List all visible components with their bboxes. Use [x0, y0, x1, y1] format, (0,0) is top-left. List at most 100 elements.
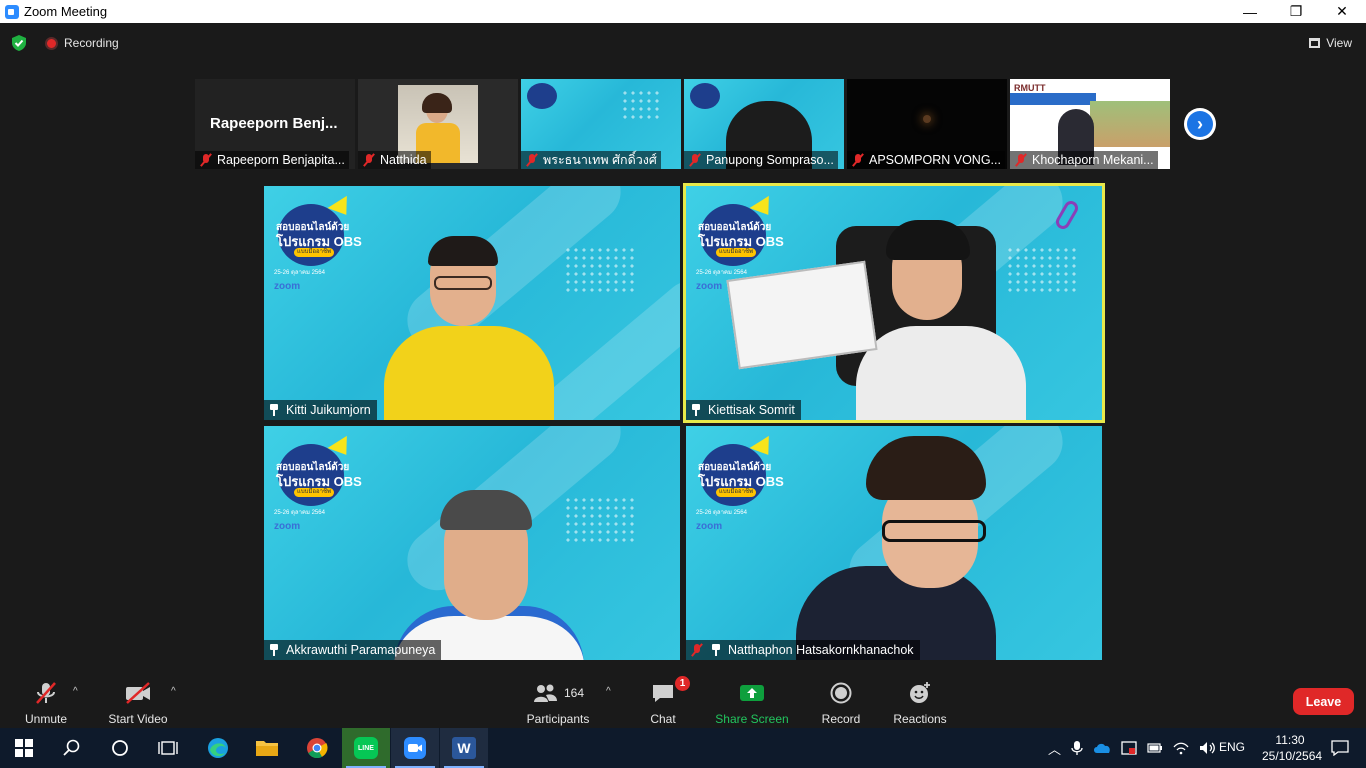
search-button[interactable] — [48, 728, 96, 768]
word-app-icon: W — [452, 737, 476, 759]
edge-app[interactable] — [194, 728, 242, 768]
minimize-button[interactable]: — — [1227, 0, 1273, 23]
muted-mic-icon — [525, 153, 539, 167]
action-center-button[interactable] — [1320, 728, 1360, 768]
taskbar-clock[interactable]: 11:30 25/10/2564 — [1262, 732, 1323, 764]
muted-mic-icon — [688, 153, 702, 167]
logo-pill: แบบมืออาชีพ — [716, 488, 756, 497]
thumbnail-name-tag: Panupong Somprasо... — [684, 151, 838, 169]
next-page-button[interactable]: › — [1184, 108, 1216, 140]
chrome-browser-icon — [307, 738, 328, 759]
participants-icon — [533, 684, 557, 702]
record-button[interactable]: Record — [816, 672, 866, 728]
muted-mic-icon — [362, 153, 376, 167]
meeting-controls-bar: Unmute ^ Start Video ^ 164 Participants … — [0, 672, 1366, 728]
folder-icon — [256, 741, 278, 756]
decor-dots — [564, 246, 634, 296]
video-tile-kiettisak[interactable]: สอบออนไลน์ด้วย โปรแกรม OBS แบบมืออาชีพ 2… — [683, 183, 1105, 423]
wifi-icon[interactable] — [1173, 741, 1189, 755]
video-options-caret[interactable]: ^ — [171, 686, 176, 697]
muted-mic-icon — [1014, 153, 1028, 167]
participants-label: Participants — [526, 712, 590, 726]
leave-button[interactable]: Leave — [1293, 688, 1354, 715]
microphone-icon[interactable] — [1071, 740, 1083, 756]
obs-event-logo: สอบออนไลน์ด้วย โปรแกรม OBS แบบมืออาชีพ — [272, 431, 362, 508]
cortana-circle-icon — [112, 740, 128, 756]
event-date: 25-26 ตุลาคม 2564 — [696, 510, 747, 516]
thumbnail-name-tag: APSOMPORN VONG... — [847, 151, 1005, 169]
battery-icon[interactable] — [1147, 742, 1163, 754]
task-view-button[interactable] — [144, 728, 192, 768]
rmutt-logo-mini: RMUTT — [1014, 83, 1046, 93]
reactions-label: Reactions — [893, 712, 947, 726]
event-info: 25-26 ตุลาคม 2564 zoom — [696, 506, 747, 534]
reactions-button[interactable]: Reactions — [890, 672, 950, 728]
thumbnail-name: Rapeeporn Benjapita... — [217, 153, 345, 167]
volume-icon[interactable] — [1199, 741, 1217, 755]
thumbnail-name: พระธนาเทพ ศักดิ์วงศ์ — [543, 153, 657, 167]
line-app[interactable]: LINE — [342, 728, 390, 768]
thumbnail-panupong[interactable]: Panupong Somprasо... — [684, 79, 844, 169]
glasses-icon — [882, 520, 986, 542]
word-app[interactable]: W — [440, 728, 488, 768]
clock-date: 25/10/2564 — [1262, 749, 1323, 763]
share-screen-button[interactable]: Share Screen — [712, 672, 792, 728]
start-button[interactable] — [0, 728, 48, 768]
obs-logo-mini — [527, 83, 557, 109]
event-date: 25-26 ตุลาคม 2564 — [274, 270, 325, 276]
search-icon — [63, 739, 80, 756]
event-info: 25-26 ตุลาคม 2564 zoom — [274, 266, 325, 294]
tile-name-tag: Natthaphon Hatsakornkhanachok — [686, 640, 920, 660]
view-button[interactable]: View — [1309, 33, 1352, 53]
onedrive-cloud-icon[interactable] — [1093, 742, 1111, 754]
chat-label: Chat — [650, 712, 676, 726]
pin-icon — [710, 643, 722, 657]
thumbnail-name-tag: Rapeeporn Benjapita... — [195, 151, 349, 169]
restore-button[interactable]: ❐ — [1273, 0, 1319, 23]
show-hidden-icons-icon[interactable]: ︿ — [1048, 739, 1061, 758]
participants-button[interactable]: 164 Participants — [524, 672, 592, 728]
thumbnail-thanathep[interactable]: พระธนาเทพ ศักดิ์วงศ์ — [521, 79, 681, 169]
person-hair — [428, 236, 498, 266]
logo-pill: แบบมืออาชีพ — [294, 488, 334, 497]
thumbnail-name-tag: Khochaporn Mekani... — [1010, 151, 1158, 169]
security-center-icon[interactable] — [1121, 740, 1137, 756]
input-language-indicator[interactable]: ENG — [1219, 740, 1245, 754]
zoom-app-taskbar-icon — [404, 737, 426, 759]
close-button[interactable]: ✕ — [1319, 0, 1365, 23]
tile-name: Kiettisak Somrit — [708, 403, 795, 417]
security-shield-icon[interactable] — [11, 35, 27, 51]
thumbnail-khochaporn[interactable]: RMUTT Khochaporn Mekani... — [1010, 79, 1170, 169]
chat-button[interactable]: 1 Chat — [640, 672, 690, 728]
record-icon — [830, 678, 852, 708]
windows-taskbar: LINE W ︿ ENG 11:30 25/10/2564 — [0, 728, 1366, 768]
tile-name-tag: Akkrawuthi Paramapuneya — [264, 640, 442, 660]
meeting-top-bar: Recording View — [0, 23, 1366, 63]
system-tray: ︿ — [1048, 728, 1217, 768]
file-explorer-app[interactable] — [243, 728, 291, 768]
participants-icon-group: 164 — [532, 678, 584, 708]
chrome-app[interactable] — [293, 728, 341, 768]
person-hair — [422, 93, 452, 113]
participants-options-caret[interactable]: ^ — [606, 686, 611, 697]
muted-mic-icon — [199, 153, 213, 167]
thumbnail-natthida[interactable]: Natthida — [358, 79, 518, 169]
thumbnail-rapeeporn[interactable]: Rapeeporn Benj... Rapeeporn Benjapita... — [195, 79, 355, 169]
edge-browser-icon — [208, 738, 228, 758]
view-grid-icon — [1309, 38, 1321, 48]
chat-unread-badge: 1 — [675, 676, 690, 691]
start-video-button[interactable]: Start Video — [104, 672, 172, 728]
tile-name-tag: Kiettisak Somrit — [686, 400, 801, 420]
event-platform: zoom — [696, 521, 723, 532]
video-tile-kitti[interactable]: สอบออนไลน์ด้วย โปรแกรม OBS แบบมืออาชีพ 2… — [264, 186, 680, 420]
zoom-app[interactable] — [391, 728, 439, 768]
windows-logo-icon — [15, 739, 33, 757]
thumbnail-apsomporn[interactable]: APSOMPORN VONG... — [847, 79, 1007, 169]
audio-options-caret[interactable]: ^ — [73, 686, 78, 697]
unmute-label: Unmute — [24, 712, 68, 726]
unmute-button[interactable]: Unmute — [18, 672, 74, 728]
recording-icon — [45, 37, 58, 50]
video-tile-akkrawuthi[interactable]: สอบออนไลน์ด้วย โปรแกรม OBS แบบมืออาชีพ 2… — [264, 426, 680, 660]
cortana-button[interactable] — [96, 728, 144, 768]
video-tile-natthaphon[interactable]: สอบออนไลน์ด้วย โปรแกรม OBS แบบมืออาชีพ 2… — [686, 426, 1102, 660]
